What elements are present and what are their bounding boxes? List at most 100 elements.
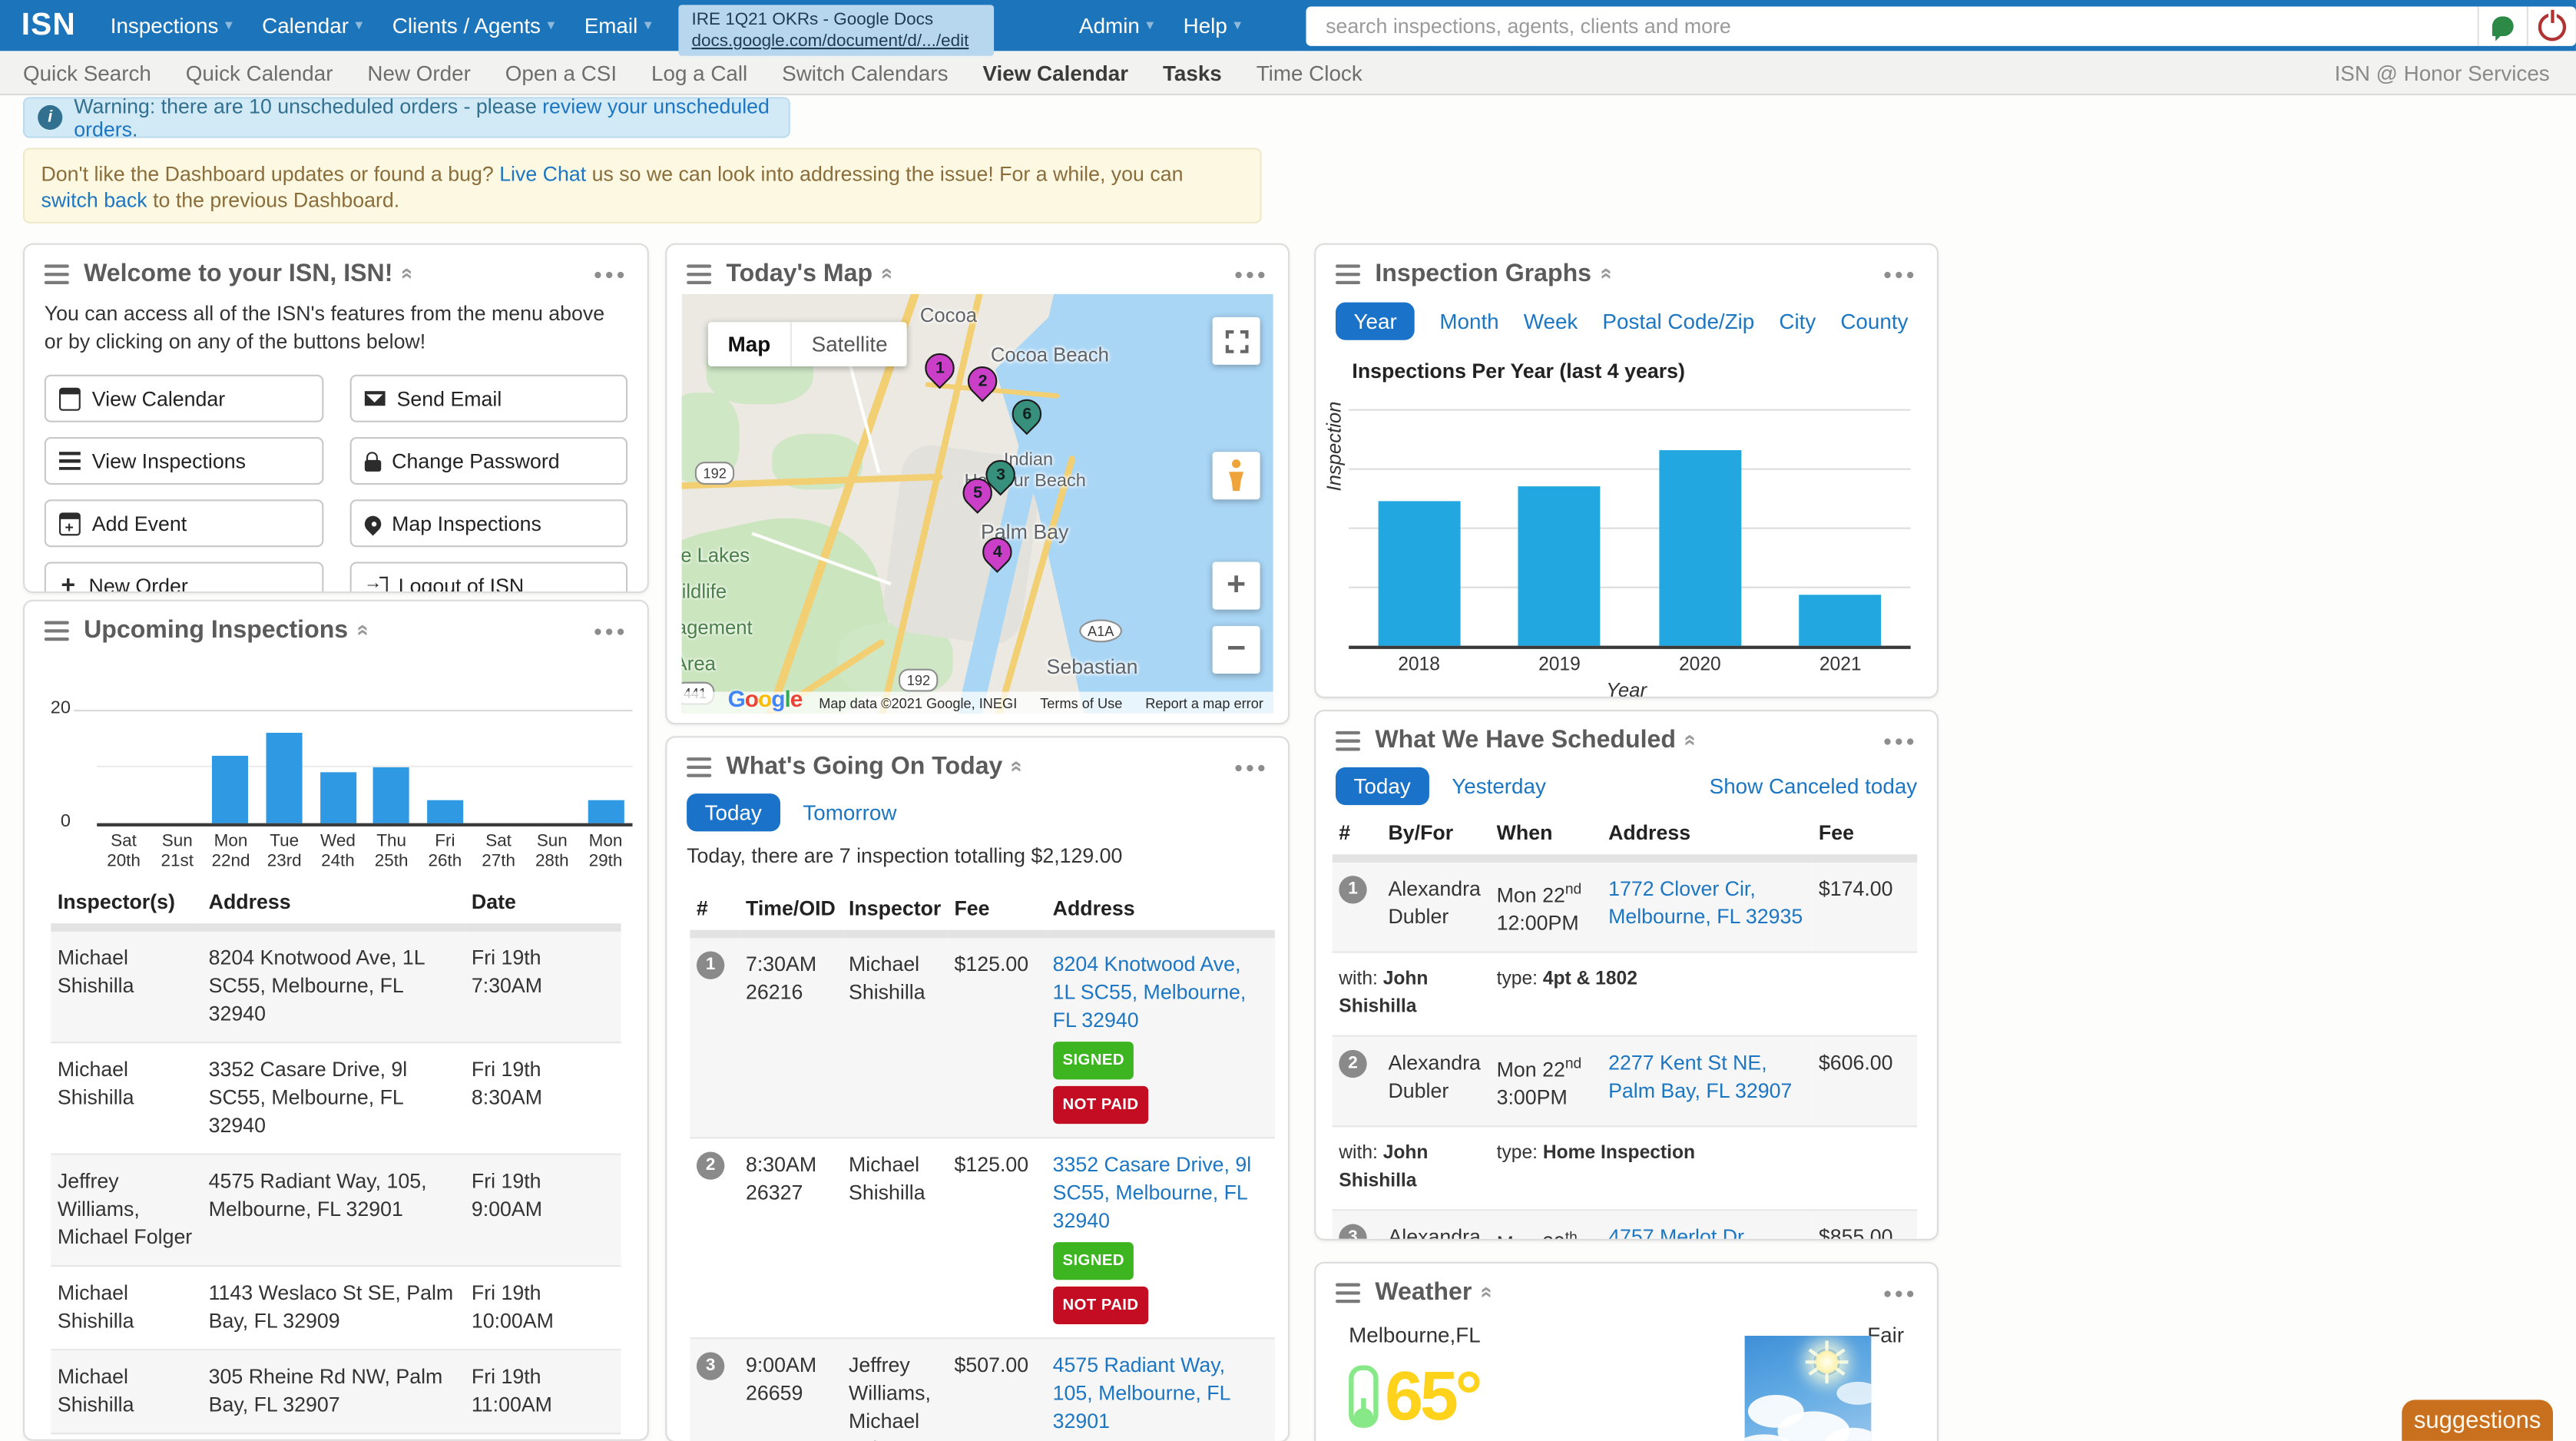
tab-city[interactable]: City (1779, 309, 1816, 333)
card-menu-icon[interactable]: ●●● (1234, 758, 1269, 774)
collapse-icon[interactable]: « (876, 267, 901, 279)
pegman-control[interactable] (1212, 452, 1260, 500)
subnav-quick-calendar[interactable]: Quick Calendar (186, 60, 333, 84)
send-email-button[interactable]: Send Email (349, 374, 628, 422)
tab-county[interactable]: County (1840, 309, 1908, 333)
logout-button[interactable] (2528, 7, 2576, 46)
collapse-icon[interactable]: « (1475, 1287, 1500, 1298)
calendar-icon (59, 386, 81, 410)
nav-admin[interactable]: Admin ▾ (1065, 13, 1169, 38)
collapse-icon[interactable]: « (1595, 267, 1620, 279)
add-event-button[interactable]: Add Event (44, 499, 323, 548)
table-row[interactable]: 3 9:00AM 26659 Jeffrey Williams, Michael … (690, 1337, 1275, 1441)
drag-handle-icon[interactable] (687, 757, 712, 777)
table-row[interactable]: Michael Shishilla 3352 Casare Drive, 9l S… (51, 1042, 621, 1154)
weather-card-title: Weather (1375, 1278, 1472, 1307)
nav-help[interactable]: Help ▾ (1168, 13, 1256, 38)
subnav-tasks[interactable]: Tasks (1163, 60, 1222, 84)
collapse-icon[interactable]: « (396, 267, 421, 279)
zoom-in-button[interactable]: + (1212, 561, 1260, 610)
address-link[interactable]: 2277 Kent St NE, Palm Bay, FL 32907 (1608, 1052, 1792, 1102)
drag-handle-icon[interactable] (1336, 1282, 1361, 1303)
tab-yesterday[interactable]: Yesterday (1452, 774, 1546, 798)
table-row[interactable]: 1 Alexandra Dubler Mon 22nd 12:00PM 1772 … (1332, 857, 1918, 952)
card-menu-icon[interactable]: ●●● (594, 622, 628, 638)
collapse-icon[interactable]: « (352, 624, 376, 636)
fullscreen-button[interactable] (1212, 316, 1260, 365)
welcome-card-title: Welcome to your ISN, ISN! (84, 259, 393, 288)
new-order-button[interactable]: + New Order (44, 561, 323, 592)
zoom-out-button[interactable]: − (1212, 625, 1260, 674)
address-link[interactable]: 4575 Radiant Way, 105, Melbourne, FL 329… (1053, 1354, 1230, 1433)
tab-postal-code[interactable]: Postal Code/Zip (1602, 309, 1754, 333)
collapse-icon[interactable]: « (1006, 760, 1031, 772)
tab-month[interactable]: Month (1439, 309, 1498, 333)
thermometer-icon (1349, 1365, 1379, 1428)
subnav-time-clock[interactable]: Time Clock (1257, 60, 1362, 84)
nav-calendar[interactable]: Calendar ▾ (247, 13, 378, 38)
map-type-satellite-button[interactable]: Satellite (792, 322, 907, 366)
card-menu-icon[interactable]: ●●● (1883, 265, 1918, 281)
table-row[interactable]: Michael Shishilla 1143 Weslaco St SE, Pal… (51, 1265, 621, 1350)
collapse-icon[interactable]: « (1680, 734, 1704, 746)
card-menu-icon[interactable]: ●●● (1883, 732, 1918, 748)
table-row[interactable]: Michael Shishilla 8204 Knotwood Ave, 1L S… (51, 926, 621, 1043)
nav-email[interactable]: Email ▾ (569, 13, 666, 38)
tab-today[interactable]: Today (1336, 767, 1429, 806)
tab-week[interactable]: Week (1524, 309, 1578, 333)
not-paid-badge: NOT PAID (1052, 1286, 1149, 1325)
address-link[interactable]: 1772 Clover Cir, Melbourne, FL 32935 (1608, 877, 1803, 928)
drag-handle-icon[interactable] (44, 620, 69, 641)
logout-isn-button[interactable]: Logout of ISN (349, 561, 628, 592)
nav-clients-agents[interactable]: Clients / Agents ▾ (378, 13, 570, 38)
col-address: Address (202, 883, 465, 932)
pegman-icon (1229, 459, 1244, 492)
subnav-switch-calendars[interactable]: Switch Calendars (782, 60, 948, 84)
subnav-new-order[interactable]: New Order (367, 60, 470, 84)
table-row[interactable]: 1 7:30AM 26216 Michael Shishilla $125.00 … (690, 933, 1275, 1138)
y-axis-label: Inspection (1322, 401, 1346, 492)
table-row[interactable]: Jeffrey Williams, Michael Folger106 Atla… (51, 1433, 621, 1439)
tab-tomorrow[interactable]: Tomorrow (803, 800, 896, 825)
terms-of-use-link[interactable]: Terms of Use (1040, 694, 1122, 711)
card-menu-icon[interactable]: ●●● (1234, 265, 1269, 281)
subnav-log-a-call[interactable]: Log a Call (651, 60, 747, 84)
drag-handle-icon[interactable] (44, 263, 69, 283)
tab-year[interactable]: Year (1336, 302, 1415, 340)
list-icon (59, 452, 81, 470)
address-link[interactable]: 8204 Knotwood Ave, 1L SC55, Melbourne, F… (1053, 953, 1247, 1032)
view-calendar-button[interactable]: View Calendar (44, 374, 323, 422)
drag-handle-icon[interactable] (1336, 730, 1361, 750)
subnav-view-calendar[interactable]: View Calendar (982, 60, 1128, 84)
show-canceled-link[interactable]: Show Canceled today (1710, 774, 1918, 798)
google-map[interactable]: Cocoa Cocoa Beach Indian Harbour Beach P… (681, 293, 1273, 714)
table-row[interactable]: Jeffrey Williams, Michael Folger 4575 Rad… (51, 1153, 621, 1267)
subnav-open-a-csi[interactable]: Open a CSI (505, 60, 617, 84)
card-menu-icon[interactable]: ●●● (1883, 1284, 1918, 1300)
address-link[interactable]: 4757 Merlot Dr, Rockledge, FL 32955 (1608, 1226, 1803, 1238)
table-row[interactable]: 3 Alexandra Dubler Mon 29th11:30AM 4757 … (1332, 1209, 1918, 1239)
isn-logo[interactable]: ISN (22, 8, 76, 44)
map-marker-2[interactable]: 2 (961, 360, 1004, 402)
search-input[interactable] (1306, 15, 2478, 38)
table-row[interactable]: 2 8:30AM 26327 Michael Shishilla $125.00 … (690, 1137, 1275, 1339)
tab-today[interactable]: Today (687, 793, 780, 832)
subnav-quick-search[interactable]: Quick Search (23, 60, 151, 84)
map-inspections-button[interactable]: Map Inspections (349, 499, 628, 548)
view-inspections-button[interactable]: View Inspections (44, 436, 323, 485)
suggestions-button[interactable]: suggestions (2402, 1400, 2554, 1441)
live-chat-link[interactable]: Live Chat (499, 163, 586, 186)
drag-handle-icon[interactable] (1336, 263, 1361, 283)
change-password-button[interactable]: Change Password (349, 436, 628, 485)
switch-back-link[interactable]: switch back (41, 189, 147, 212)
report-map-error-link[interactable]: Report a map error (1145, 694, 1263, 711)
nav-inspections[interactable]: Inspections ▾ (95, 13, 247, 38)
card-menu-icon[interactable]: ●●● (594, 265, 628, 281)
weather-sky-image (1744, 1336, 1872, 1441)
map-type-map-button[interactable]: Map (708, 322, 790, 366)
table-row[interactable]: 2 Alexandra Dubler Mon 22nd 3:00PM 2277 K… (1332, 1035, 1918, 1127)
table-row[interactable]: Michael Shishilla 305 Rheine Rd NW, Palm … (51, 1349, 621, 1434)
address-link[interactable]: 3352 Casare Drive, 9l SC55, Melbourne, F… (1053, 1154, 1252, 1233)
drag-handle-icon[interactable] (687, 263, 712, 283)
chat-button[interactable] (2479, 7, 2527, 46)
